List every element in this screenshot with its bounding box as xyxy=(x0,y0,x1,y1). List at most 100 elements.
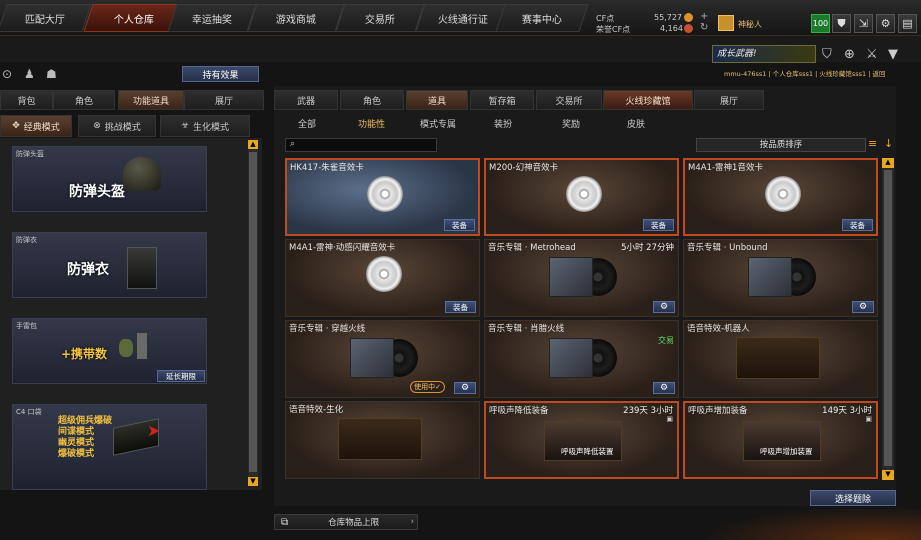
filter-functional[interactable]: 功能性 xyxy=(358,117,385,130)
mode-classic[interactable]: ✥ 经典模式 xyxy=(0,115,72,137)
tab-exchange[interactable]: 交易所 xyxy=(335,4,425,32)
coin-icon xyxy=(684,13,693,22)
tab-match-lobby[interactable]: 匹配大厅 xyxy=(0,4,92,32)
tab-showroom[interactable]: 展厅 xyxy=(184,90,264,110)
equip-button[interactable]: 装备 xyxy=(445,301,476,313)
layers-icon: ⧉ xyxy=(281,516,289,528)
card-grenade-pack[interactable]: 手雷包 +携带数 延长期限 xyxy=(12,318,207,384)
card-c4-pocket[interactable]: C4 口袋 超级佣兵爆破 间谍模式 幽灵模式 爆破模式 ➤ xyxy=(12,404,207,490)
grenade-image xyxy=(119,339,133,357)
item-card[interactable]: 呼吸声降低装备 239天 3小时 呼吸声降低装置 ▣ xyxy=(484,401,679,479)
refresh-icon[interactable]: ↻ xyxy=(700,22,708,33)
ember-decoration xyxy=(700,506,921,540)
search-input[interactable]: ⌕ xyxy=(285,138,437,152)
filter-rewards[interactable]: 奖励 xyxy=(562,117,580,130)
item-card[interactable]: 音乐专辑 · 肖腊火线 ⚙ 交易 xyxy=(484,320,679,398)
sort-direction-icon[interactable]: ↓ xyxy=(884,138,894,152)
plus-icon[interactable]: + xyxy=(700,11,708,22)
item-card[interactable]: M200-幻神音效卡 装备 xyxy=(484,158,679,236)
settings-gear-button[interactable]: ⚙ xyxy=(653,301,675,313)
storage-limit-bar[interactable]: ⧉ 仓库物品上限 › xyxy=(274,514,418,530)
swords-icon[interactable]: ⚔ xyxy=(866,47,878,62)
honor-coin-icon xyxy=(684,24,693,33)
growth-weapon-banner[interactable]: 成长武器! xyxy=(712,45,816,63)
scroll-up-icon[interactable]: ▲ xyxy=(882,158,894,168)
filter-all[interactable]: 全部 xyxy=(298,117,316,130)
item-card[interactable]: 音乐专辑 · Unbound ⚙ xyxy=(683,239,878,317)
filter-mode-exclusive[interactable]: 模式专属 xyxy=(420,117,456,130)
mode-biochem[interactable]: ☣ 生化模式 xyxy=(160,115,250,137)
search-icon: ⌕ xyxy=(290,139,296,149)
globe-icon[interactable]: ⊕ xyxy=(844,47,855,62)
tab-character[interactable]: 角色 xyxy=(53,90,115,110)
cf-points-value: 55,727 xyxy=(654,13,682,22)
card-vest[interactable]: 防弹衣 防弹衣 xyxy=(12,232,207,298)
cf-points-label: CF点 xyxy=(596,14,615,23)
filter-skins[interactable]: 皮肤 xyxy=(627,117,645,130)
menu-icon[interactable]: ▤ xyxy=(898,14,917,33)
trade-badge: 交易 xyxy=(658,336,674,345)
item-card[interactable]: 语音特效-生化 xyxy=(285,401,480,479)
tab-game-mall[interactable]: 游戏商城 xyxy=(247,4,345,32)
biochem-mode-icon: ☣ xyxy=(180,121,190,131)
scroll-down-icon[interactable]: ▼ xyxy=(248,477,258,486)
settings-gear-button[interactable]: ⚙ xyxy=(653,382,675,394)
challenge-mode-icon: ⊗ xyxy=(93,121,101,131)
album-cover-image xyxy=(549,257,593,297)
scroll-down-icon[interactable]: ▼ xyxy=(882,470,894,480)
sort-dropdown[interactable]: 按品质排序 xyxy=(696,138,866,152)
tab-items[interactable]: 道具 xyxy=(406,90,468,110)
tab-roles[interactable]: 角色 xyxy=(340,90,404,110)
scrollbar-thumb[interactable] xyxy=(884,170,892,466)
extend-duration-button[interactable]: 延长期限 xyxy=(157,370,205,382)
target-icon[interactable]: ⊙ xyxy=(2,67,12,81)
scrollbar-thumb[interactable] xyxy=(249,152,257,472)
item-card[interactable]: 呼吸声增加装备 149天 3小时 呼吸声增加装置 ▣ xyxy=(683,401,878,479)
tab-trade[interactable]: 交易所 xyxy=(536,90,602,110)
gear-icon[interactable]: ⚙ xyxy=(876,14,895,33)
left-scrollbar[interactable]: ▲ ▼ xyxy=(248,140,258,486)
filter-decoration[interactable]: 装扮 xyxy=(494,117,512,130)
mode-challenge[interactable]: ⊗ 挑战模式 xyxy=(78,115,156,137)
tab-backpack[interactable]: 背包 xyxy=(0,90,53,110)
card-helmet[interactable]: 防弹头盔 防弹头盔 xyxy=(12,146,207,212)
chevron-right-icon: › xyxy=(410,517,414,527)
tab-functional-items[interactable]: 功能道具 xyxy=(118,90,184,110)
equip-button[interactable]: 装备 xyxy=(444,219,475,231)
item-card[interactable]: M4A1-雷神1音效卡 装备 xyxy=(683,158,878,236)
honor-points-label: 荣誉CF点 xyxy=(596,25,631,34)
helmet-icon[interactable]: ☗ xyxy=(46,67,57,81)
rank-emblem-icon xyxy=(718,15,734,31)
item-card[interactable]: 音乐专辑 · Metrohead 5小时 27分钟 ⚙ xyxy=(484,239,679,317)
item-card[interactable]: HK417-朱雀音效卡 装备 xyxy=(285,158,480,236)
tab-event-center[interactable]: 赛事中心 xyxy=(495,4,589,32)
breadcrumb[interactable]: mmu-476ss1 | 个人仓库sss1 | 火线珍藏馆sss1 | 返回 xyxy=(724,68,886,78)
tab-gallery[interactable]: 展厅 xyxy=(694,90,764,110)
shield-icon[interactable]: ⛊ xyxy=(832,14,851,33)
exit-icon[interactable]: ⇲ xyxy=(854,14,873,33)
held-effects-button[interactable]: 持有效果 xyxy=(182,66,259,82)
honor-points-value: 4,164 xyxy=(660,24,683,33)
v-emblem-icon[interactable]: ▼ xyxy=(888,47,898,62)
settings-gear-button[interactable]: ⚙ xyxy=(454,382,476,394)
scroll-up-icon[interactable]: ▲ xyxy=(248,140,258,149)
item-card[interactable]: 语音特效-机器人 xyxy=(683,320,878,398)
sound-card-disc-icon xyxy=(765,176,801,212)
equip-button[interactable]: 装备 xyxy=(842,219,873,231)
tab-lucky-draw[interactable]: 幸运抽奖 xyxy=(167,4,257,32)
list-view-icon[interactable]: ≡ xyxy=(868,138,880,152)
classic-mode-icon: ✥ xyxy=(12,121,20,131)
settings-gear-button[interactable]: ⚙ xyxy=(852,301,874,313)
item-card[interactable]: M4A1-雷神·动感闪耀音效卡 装备 xyxy=(285,239,480,317)
album-cover-image xyxy=(549,338,593,378)
character-icon[interactable]: ♟ xyxy=(24,67,35,81)
tab-temp-storage[interactable]: 暂存箱 xyxy=(470,90,534,110)
equip-button[interactable]: 装备 xyxy=(643,219,674,231)
tab-weapons[interactable]: 武器 xyxy=(274,90,338,110)
top-nav-bar: 匹配大厅 个人仓库 幸运抽奖 游戏商城 交易所 火线通行证 赛事中心 CF点 荣… xyxy=(0,0,921,36)
shield-badge-icon[interactable]: ⛉ xyxy=(822,47,832,62)
right-scrollbar[interactable]: ▲ ▼ xyxy=(882,158,894,480)
select-button[interactable]: 选择题除 xyxy=(810,490,896,506)
tab-collection-hall[interactable]: 火线珍藏馆 xyxy=(603,90,693,110)
item-card[interactable]: 音乐专辑 · 穿越火线 ⚙ 使用中✓ xyxy=(285,320,480,398)
